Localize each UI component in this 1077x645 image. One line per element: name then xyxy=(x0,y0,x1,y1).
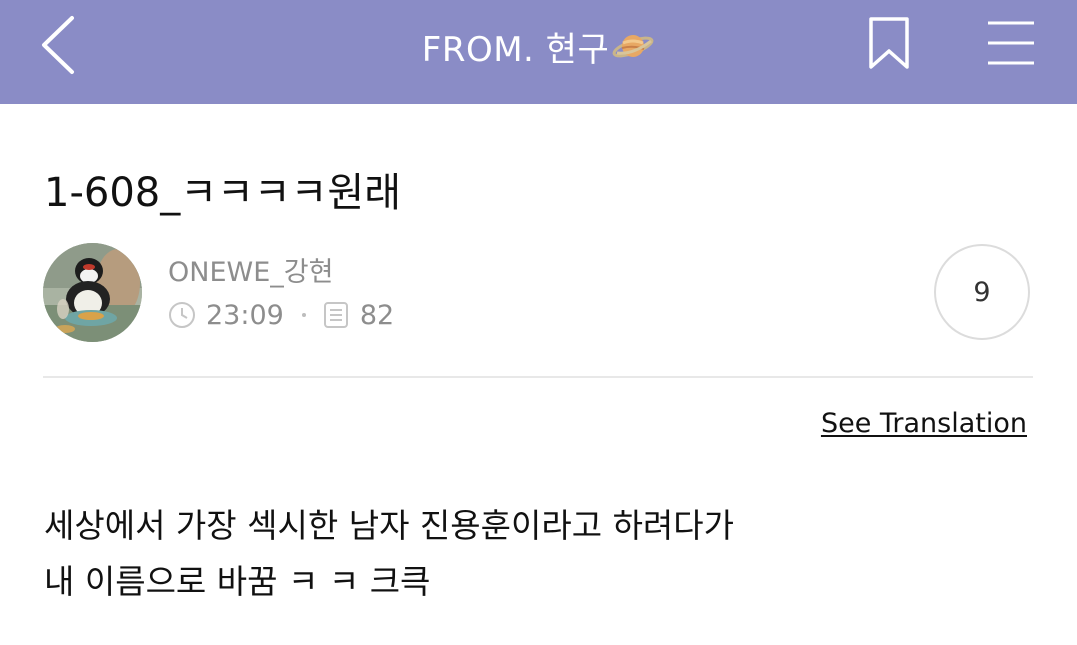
comment-count: 9 xyxy=(973,276,991,308)
meta-separator xyxy=(301,313,306,317)
planet-emoji-icon xyxy=(611,29,655,63)
author-avatar[interactable] xyxy=(43,243,142,342)
hamburger-menu-icon xyxy=(988,21,1034,65)
clock-icon xyxy=(169,302,195,328)
post-title: 1-608_ㅋㅋㅋㅋ원래 xyxy=(44,170,402,216)
author-name[interactable]: ONEWE_강현 xyxy=(168,250,333,289)
post-meta: 23:09 82 xyxy=(168,298,394,332)
post-body-line: 세상에서 가장 섹시한 남자 진용훈이라고 하려다가 xyxy=(44,506,735,545)
bookmark-icon xyxy=(869,17,909,69)
bookmark-button[interactable] xyxy=(868,16,910,70)
top-app-bar: FROM. 현구 xyxy=(0,0,1077,104)
back-button[interactable] xyxy=(38,14,78,76)
chevron-left-icon xyxy=(42,16,74,74)
view-count: 82 xyxy=(359,299,395,331)
post-body-line: 내 이름으로 바꿈 ㅋ ㅋ 크큭 xyxy=(44,562,431,601)
divider xyxy=(43,376,1033,378)
view-count-icon xyxy=(323,302,348,328)
post-time: 23:09 xyxy=(206,299,284,331)
see-translation-link[interactable]: See Translation xyxy=(821,408,1027,439)
comment-count-button[interactable]: 9 xyxy=(934,244,1030,340)
menu-button[interactable] xyxy=(986,20,1036,66)
header-title: FROM. 현구 xyxy=(421,29,610,70)
post-body: 세상에서 가장 섹시한 남자 진용훈이라고 하려다가 내 이름으로 바꿈 ㅋ ㅋ… xyxy=(44,498,1034,610)
